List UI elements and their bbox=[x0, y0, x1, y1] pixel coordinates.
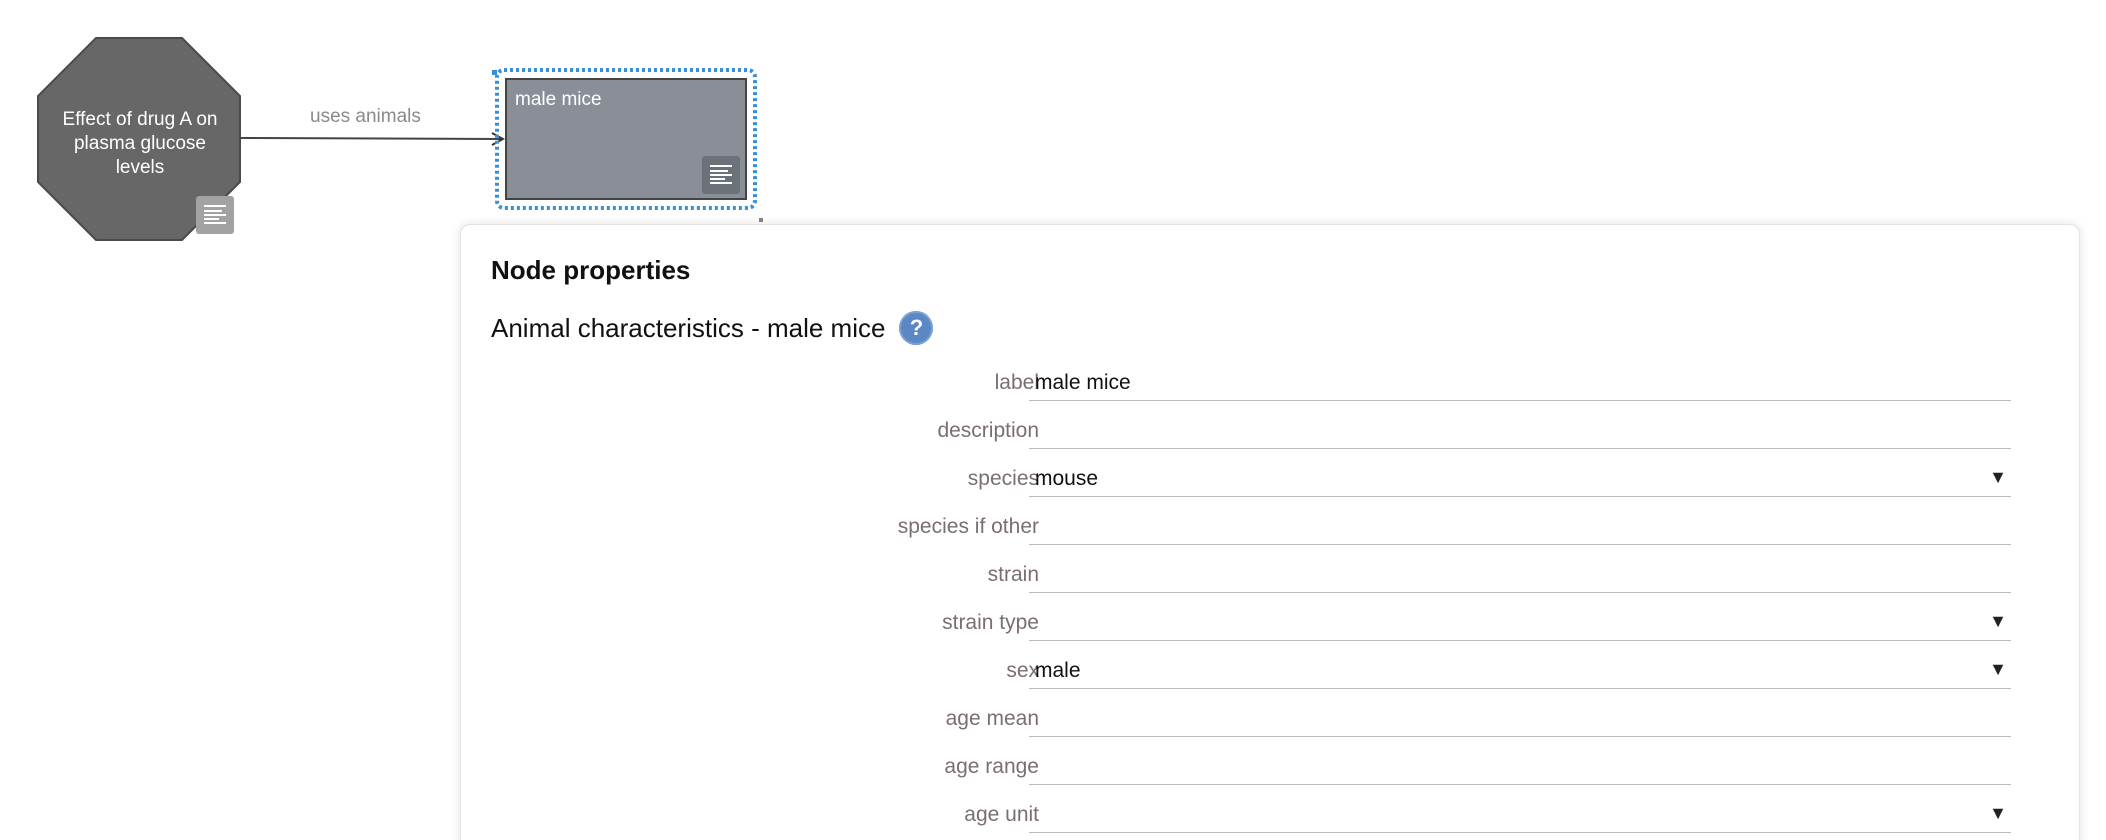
field-value: male mice bbox=[1035, 371, 1131, 394]
species-if-other-input[interactable] bbox=[1029, 507, 2011, 545]
help-icon[interactable]: ? bbox=[899, 311, 934, 345]
panel-subtitle: Animal characteristics - male mice bbox=[491, 312, 886, 343]
edge-label[interactable]: uses animals bbox=[310, 106, 421, 128]
panel-subtitle-row: Animal characteristics - male mice ? bbox=[491, 311, 934, 345]
field-label: species if other bbox=[897, 515, 1039, 538]
field-row-age-mean: age mean bbox=[461, 699, 2081, 747]
description-input[interactable] bbox=[1029, 411, 2011, 449]
chevron-down-icon[interactable]: ▼ bbox=[1989, 611, 2007, 632]
field-row-species: species mouse ▼ bbox=[461, 459, 2081, 507]
field-label: age mean bbox=[945, 707, 1039, 730]
field-row-description: description bbox=[461, 411, 2081, 459]
rect-node-label[interactable]: male mice bbox=[515, 89, 602, 111]
resize-handle-bottom-right[interactable] bbox=[759, 218, 763, 222]
strain-type-select[interactable]: ▼ bbox=[1029, 603, 2011, 641]
field-row-strain: strain bbox=[461, 555, 2081, 603]
field-row-strain-type: strain type ▼ bbox=[461, 603, 2081, 651]
field-label: age range bbox=[944, 755, 1039, 778]
edge-uses-animals[interactable] bbox=[239, 138, 503, 139]
octagon-node-notes-button[interactable] bbox=[196, 196, 234, 234]
chevron-down-icon[interactable]: ▼ bbox=[1989, 803, 2007, 824]
field-row-age-range: age range bbox=[461, 747, 2081, 795]
field-row-label: label male mice bbox=[461, 363, 2081, 411]
octagon-node-label[interactable]: Effect of drug A on plasma glucose level… bbox=[58, 108, 222, 180]
strain-input[interactable] bbox=[1029, 555, 2011, 593]
age-range-input[interactable] bbox=[1029, 747, 2011, 785]
field-label: age unit bbox=[964, 803, 1039, 826]
field-value: mouse bbox=[1035, 467, 1099, 490]
notes-lines-icon bbox=[204, 205, 226, 224]
field-row-species-if-other: species if other bbox=[461, 507, 2081, 555]
notes-lines-icon bbox=[710, 165, 732, 184]
age-unit-select[interactable]: ▼ bbox=[1029, 795, 2011, 833]
label-input[interactable]: male mice bbox=[1029, 363, 2011, 401]
node-properties-panel: Node properties Animal characteristics -… bbox=[460, 224, 2080, 840]
age-mean-input[interactable] bbox=[1029, 699, 2011, 737]
sex-select[interactable]: male ▼ bbox=[1029, 651, 2011, 689]
chevron-down-icon[interactable]: ▼ bbox=[1989, 467, 2007, 488]
rect-node-notes-button[interactable] bbox=[702, 156, 740, 194]
panel-title: Node properties bbox=[491, 255, 691, 285]
species-select[interactable]: mouse ▼ bbox=[1029, 459, 2011, 497]
field-label: strain type bbox=[942, 611, 1039, 634]
field-value: male bbox=[1035, 659, 1081, 682]
chevron-down-icon[interactable]: ▼ bbox=[1989, 659, 2007, 680]
diagram-canvas[interactable]: Effect of drug A on plasma glucose level… bbox=[0, 0, 2106, 840]
resize-handle-top-left[interactable] bbox=[492, 70, 497, 75]
field-row-age-unit: age unit ▼ bbox=[461, 795, 2081, 840]
field-row-sex: sex male ▼ bbox=[461, 651, 2081, 699]
field-label: description bbox=[937, 419, 1039, 442]
